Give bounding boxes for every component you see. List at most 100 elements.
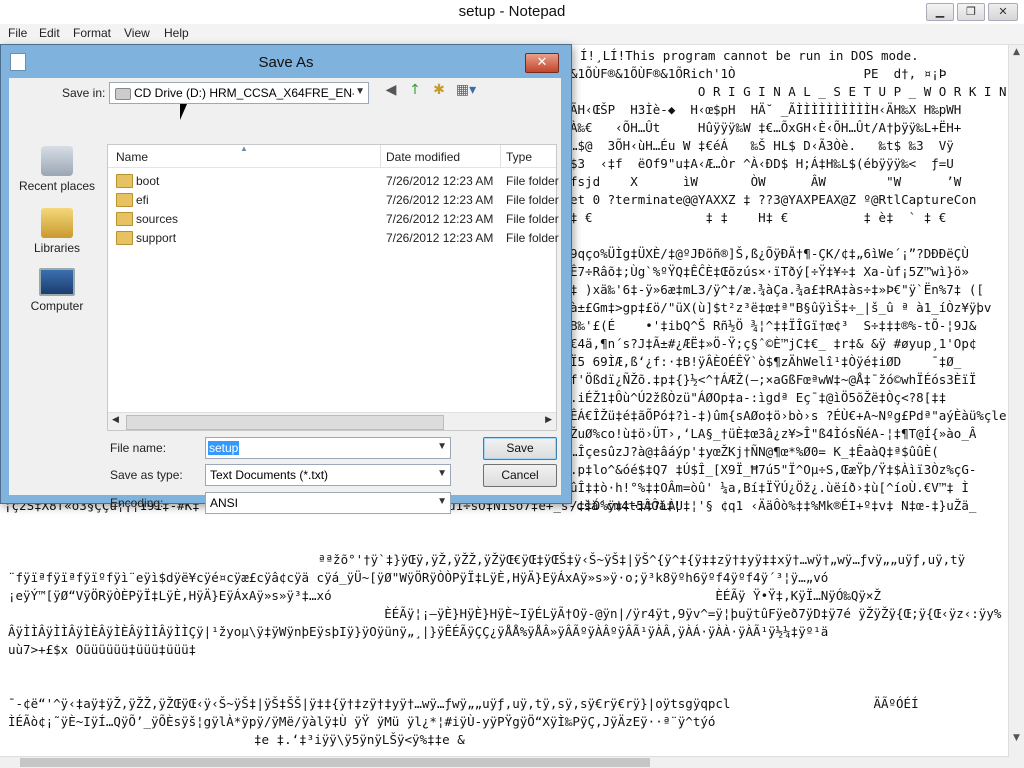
file-list[interactable]: Name ▲ Date modified Type boot 7/26/2012… (107, 144, 559, 431)
file-date: 7/26/2012 12:23 AM (386, 231, 494, 245)
notepad-titlebar: setup - Notepad ▁ ❐ ✕ (0, 0, 1024, 24)
menu-view[interactable]: View (124, 26, 150, 40)
text-line: ÌÉÃò¢¡˜ÿÈ~IÿÍ…QÿÕ’_ÿÕÈsÿš¦gÿlÀ*ÿpÿ/ÿMë/ÿ… (8, 714, 716, 729)
horizontal-scrollbar[interactable] (0, 756, 1009, 768)
file-list-scrollbar[interactable]: ◀ ▶ (108, 412, 556, 430)
horizontal-scroll-thumb[interactable] (20, 758, 650, 767)
text-line: fsjd X ìW ÒW ÂW "W ’W (570, 174, 962, 189)
text-line: ¡eÿÝ™[ÿØ“VÿÖRÿÒÈPÿÏ‡LÿÈ,HÿÄ}EÿÁxAÿ»s»ÿ³‡… (8, 588, 881, 603)
text-line: .iÉŽ1‡Ôù^Ú2žßÒzü"ÁØOp‡a-:ìgdª Eç¯‡@ìÖ5õŽ… (570, 390, 947, 405)
text-line: ÃH‹ŒŠP H3Ìè-◆ H‹œ$pH HÄ˘ _ÃÌÌÌÌÌÌÌÌÌÌH‹Ä… (570, 102, 962, 117)
menu-help[interactable]: Help (164, 26, 189, 40)
views-icon[interactable]: ▦▾ (453, 80, 479, 100)
scroll-left-icon[interactable]: ◀ (112, 415, 119, 425)
cancel-button[interactable]: Cancel (483, 464, 557, 487)
mouse-pointer-icon (180, 104, 194, 120)
file-name: sources (136, 212, 179, 226)
text-line: à±£Gm‡>gp‡£ö/"üX(ù]$t²z³ë‡œ‡ª"B§ûÿìŠ‡÷_|… (570, 300, 992, 315)
column-type[interactable]: Type (506, 150, 532, 164)
new-folder-icon[interactable]: ✱ (429, 80, 449, 100)
sort-up-icon: ▲ (240, 144, 248, 153)
file-date: 7/26/2012 12:23 AM (386, 174, 494, 188)
encoding-select[interactable]: ANSI ▼ (205, 492, 451, 514)
file-row[interactable]: efi 7/26/2012 12:23 AM File folder (108, 190, 559, 209)
file-row[interactable]: sources 7/26/2012 12:23 AM File folder (108, 209, 559, 228)
text-line: B‰'£(É •'‡ibQ^Š Rñ½Ö ¾¦^‡‡ÏÎGï†œ¢³ S÷‡‡‡… (570, 318, 977, 333)
scroll-right-icon[interactable]: ▶ (545, 415, 552, 425)
scroll-up-icon[interactable]: ▲ (1013, 47, 1020, 57)
text-line: …ÎçesûzJ?à@‡âáýp'‡yœŽKj†ÑN@¶œ*%Ø0= K_‡Êa… (570, 444, 939, 459)
chevron-down-icon: ▼ (437, 468, 447, 479)
text-line: O R I G I N A L _ S E T U P _ W O R K I … (570, 84, 1009, 99)
folder-icon (116, 193, 133, 207)
save-in-combo[interactable]: CD Drive (D:) HRM_CCSA_X64FRE_EN-US_ ▼ (109, 82, 369, 104)
column-date[interactable]: Date modified (386, 150, 460, 164)
text-line: €4ä,¶n´s?J‡Ã±#¿ÆË‡»Ö-Ÿ;ç§ˆ©È™jC‡€_ ‡r‡& … (570, 336, 977, 351)
computer-icon (39, 268, 75, 296)
file-type: File folder (506, 231, 559, 245)
encoding-value: ANSI (210, 496, 239, 510)
libraries-icon (41, 208, 73, 238)
file-row[interactable]: boot 7/26/2012 12:23 AM File folder (108, 171, 559, 190)
resize-grip[interactable] (1009, 757, 1024, 768)
place-label: Libraries (33, 241, 81, 255)
vertical-scrollbar[interactable]: ▲ ▼ (1008, 45, 1024, 757)
text-line: et 0 ?terminate@@YAXXZ ‡ ??3@YAXPEAX@Z º… (570, 192, 977, 207)
file-name-value: setup (208, 441, 240, 455)
place-libraries[interactable]: Libraries (11, 208, 103, 255)
menu-file[interactable]: File (8, 26, 27, 40)
file-date: 7/26/2012 12:23 AM (386, 212, 494, 226)
text-line: ‡ )xä‰'6‡-ÿ»6æ‡mL3/ÿ^‡/æ.¾àÇa.¾a£‡RA‡às÷… (570, 282, 984, 297)
text-line: &1ÕÙF®&1ÕÙF®&1ÕRich'1Ò PE d†‚ ¤¡Þ (570, 66, 947, 81)
dialog-title: Save As (258, 54, 314, 71)
text-line: ªªžõ°'†ÿ`‡}ÿŒÿ,ÿŽ,ÿŽŽ,ÿŽÿŒ€ÿŒ‡ÿŒŠ‡ÿ‹Š~ÿŠ… (318, 552, 966, 567)
dialog-body: Save in: CD Drive (D:) HRM_CCSA_X64FRE_E… (9, 78, 561, 514)
menu-bar: File Edit Format View Help (0, 24, 1024, 45)
save-as-dialog: Save As ✕ Save in: CD Drive (D:) HRM_CCS… (0, 44, 572, 514)
place-computer[interactable]: Computer (11, 268, 103, 313)
text-line: Í!¸LÍ!This program cannot be run in DOS … (580, 48, 919, 63)
place-label: Recent places (18, 179, 96, 193)
menu-format[interactable]: Format (73, 26, 111, 40)
text-line: f'Ößdï¿ÑŽõ.‡p‡{}½<^†ÁÆŽ(—;×aGßFœªwW‡~@Å‡… (570, 372, 977, 387)
save-in-value: CD Drive (D:) HRM_CCSA_X64FRE_EN-US_ (134, 86, 354, 100)
file-type: File folder (506, 174, 559, 188)
cd-drive-icon (115, 88, 131, 100)
file-list-header: Name ▲ Date modified Type (108, 144, 556, 168)
file-row[interactable]: support 7/26/2012 12:23 AM File folder (108, 228, 559, 247)
folder-icon (116, 231, 133, 245)
text-line: ¯-¢ë“'^ÿ‹‡aÿ‡ÿŽ,ÿŽŽ,ÿŽŒÿŒ‹ÿ‹Š~ÿŠ‡|ÿŠ‡ŠŠ|… (8, 696, 919, 711)
text-line: …$@ 3ÕH‹ùH…Éu W ‡€éÁ ‰Š HL$ D‹Ã3Òè. ‰t$ … (570, 138, 954, 153)
restore-button[interactable]: ❐ (957, 3, 985, 21)
save-in-label: Save in: (62, 86, 106, 100)
up-folder-icon[interactable]: ↑ (405, 80, 425, 100)
text-line: ÊÁ€ÎŽü‡é‡ãÕPó‡?ì-‡)ûm{sAØo‡ö›bò›s ?ÉÙ€+A… (570, 408, 1007, 423)
chevron-down-icon[interactable]: ▼ (437, 441, 447, 452)
save-as-type-select[interactable]: Text Documents (*.txt) ▼ (205, 464, 451, 486)
text-line: À‰€ ‹ÕH…Ût Hûÿÿÿ‰W ‡€…ÕxGH‹È‹ÕH…Ût/A†þÿÿ… (570, 120, 962, 135)
window-title: setup - Notepad (458, 3, 566, 20)
file-name-label: File name: (110, 441, 167, 455)
place-recent[interactable]: Recent places (11, 146, 103, 193)
window-close-button[interactable]: ✕ (988, 3, 1018, 21)
save-as-type-label: Save as type: (110, 468, 183, 482)
file-name-field[interactable]: setup ▼ (205, 437, 451, 459)
minimize-button[interactable]: ▁ (926, 3, 954, 21)
file-type: File folder (506, 193, 559, 207)
encoding-label: Encoding: (110, 496, 164, 510)
text-line: 9qço%ÜÌg‡ÜXÈ/‡@ºJÐöñ®]Š,ß¿ÕÿÐÄ†¶-ÇK/¢‡„6… (570, 246, 969, 261)
scroll-down-icon[interactable]: ▼ (1013, 733, 1020, 743)
dialog-close-button[interactable]: ✕ (525, 53, 559, 73)
text-line: uù7>+£$x Oüüüüüü‡üüü‡üüü‡ (8, 642, 197, 657)
back-icon[interactable]: ◀ (381, 80, 401, 100)
menu-edit[interactable]: Edit (39, 26, 60, 40)
text-line: ‡e ‡.‘‡³iÿÿ\ÿ5ÿnÿLŠÿ<ÿ%‡‡e & (254, 732, 465, 747)
text-line: ûÎ‡‡ò·h!°%‡‡OÂm=òû' ¼a,Bí‡ÏŸÚ¿Öž¿.ùëíð›‡… (570, 480, 969, 495)
recent-places-icon (41, 146, 73, 176)
column-name[interactable]: Name (116, 150, 148, 164)
folder-icon (116, 212, 133, 226)
save-button[interactable]: Save (483, 437, 557, 460)
chevron-down-icon: ▼ (437, 496, 447, 507)
file-list-scroll-thumb[interactable] (126, 415, 444, 430)
text-line: ÈÉÃÿ¦¡—ÿÈ}HÿÈ}HÿÈ~IÿÉLÿÃ†Oÿ-@ÿn|/ÿr4ÿt,9… (8, 606, 1002, 621)
